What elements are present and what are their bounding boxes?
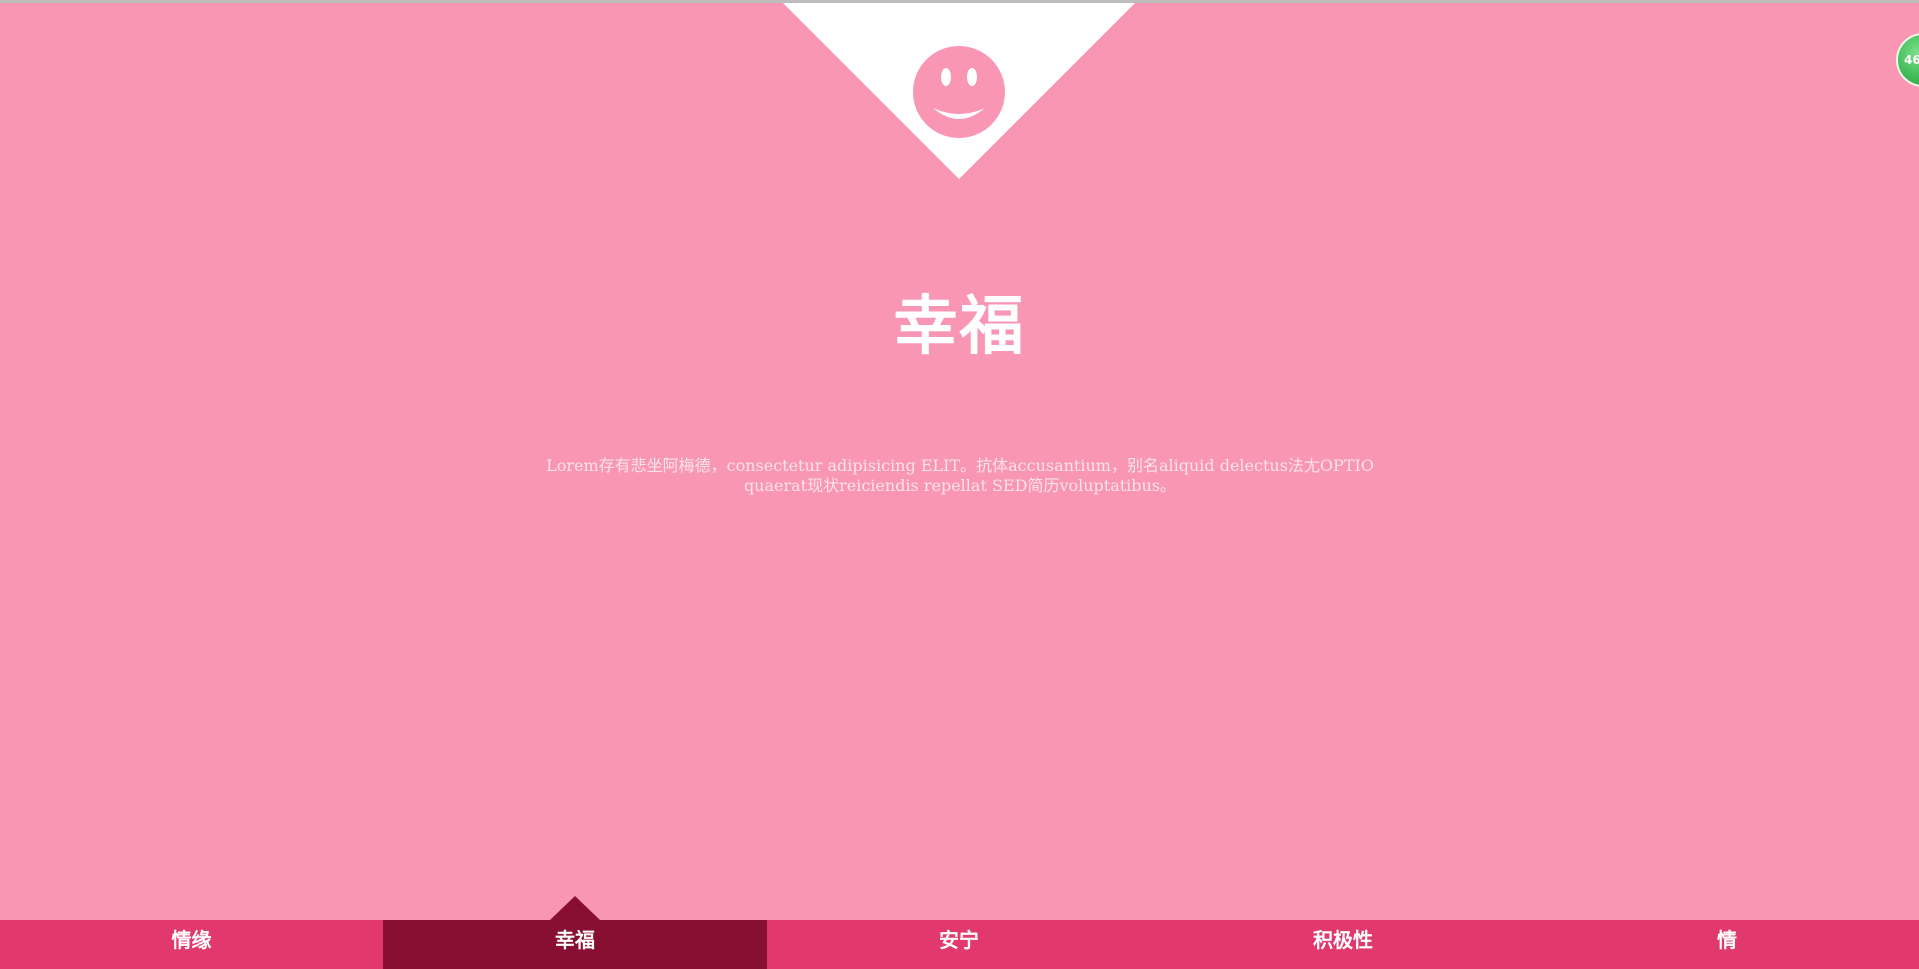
nav-item-xingfu[interactable]: 幸福 [383, 920, 767, 969]
bottom-nav: 情缘 幸福 安宁 积极性 情 [0, 920, 1919, 969]
nav-item-qing[interactable]: 情 [1535, 920, 1919, 969]
nav-item-anning[interactable]: 安宁 [767, 920, 1151, 969]
description-line-1: Lorem存有悲坐阿梅德，consectetur adipisicing ELI… [546, 456, 1374, 475]
description: Lorem存有悲坐阿梅德，consectetur adipisicing ELI… [500, 456, 1420, 496]
page: 幸福 Lorem存有悲坐阿梅德，consectetur adipisicing … [0, 0, 1919, 969]
nav-item-qingyuan[interactable]: 情缘 [0, 920, 383, 969]
nav-item-jijixing[interactable]: 积极性 [1151, 920, 1535, 969]
page-title: 幸福 [893, 289, 1026, 364]
floating-badge[interactable]: 46 [1896, 33, 1919, 87]
smiley-icon [913, 46, 1005, 138]
active-tab-caret [550, 896, 600, 920]
description-line-2: quaerat现状reiciendis repellat SED简历volupt… [743, 476, 1177, 495]
